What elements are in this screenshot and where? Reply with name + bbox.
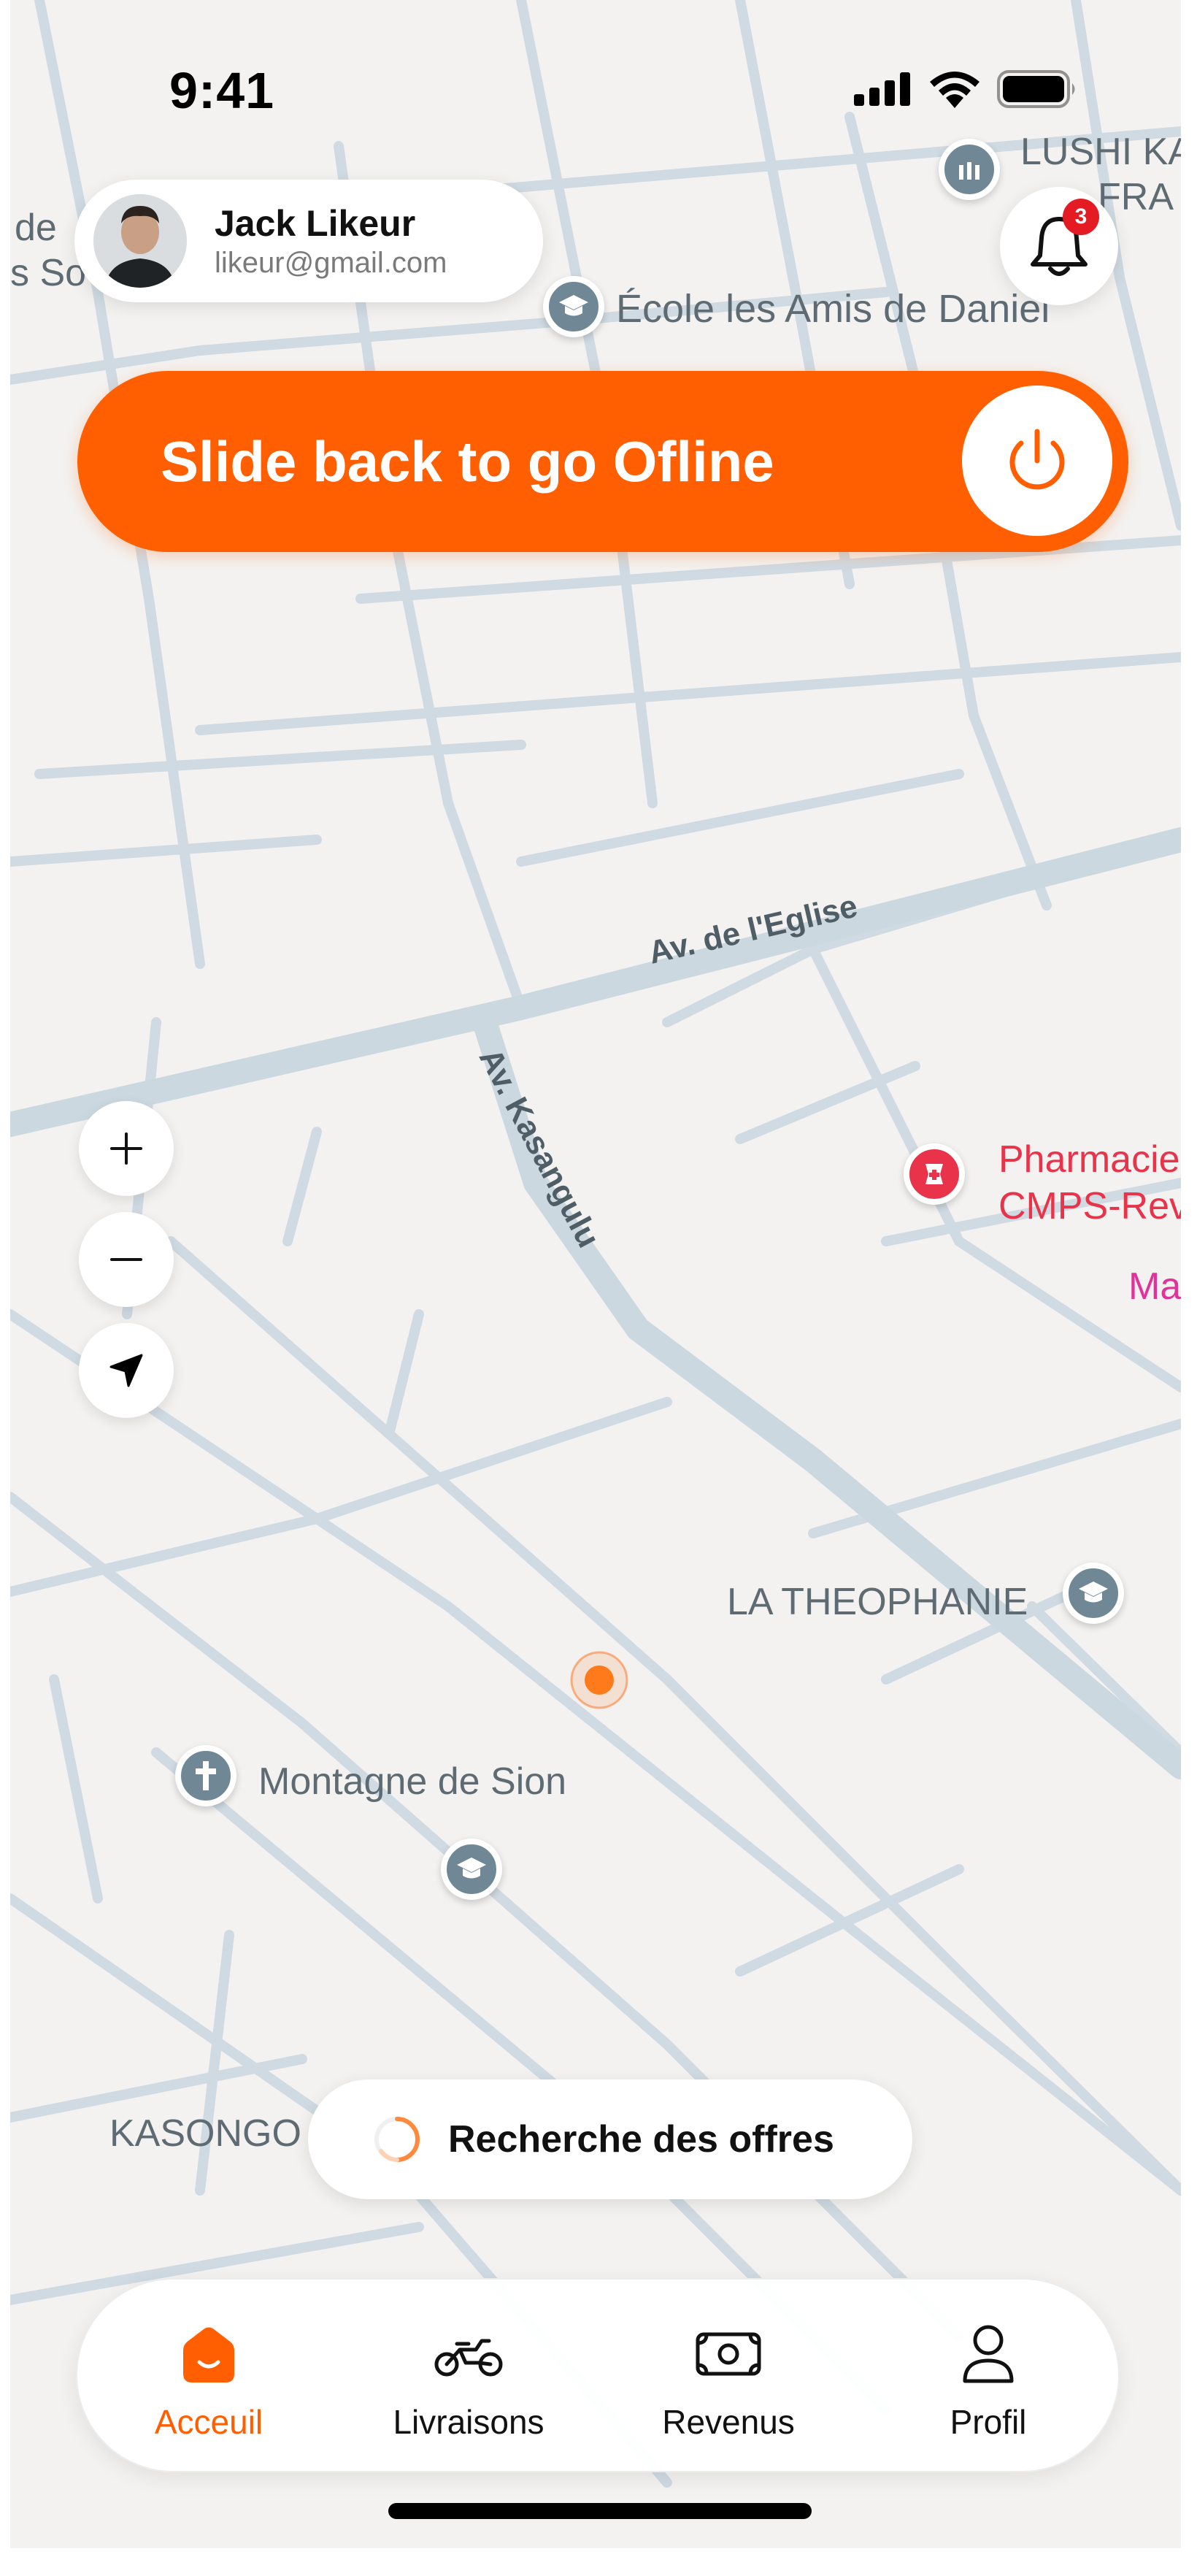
- status-icons: [854, 70, 1079, 108]
- slider-handle[interactable]: [962, 386, 1112, 536]
- home-indicator: [388, 2503, 812, 2519]
- nav-item-deliveries[interactable]: Livraisons: [359, 2280, 578, 2474]
- map-label-ma: Ma: [1128, 1265, 1181, 1308]
- user-profile-chip[interactable]: Jack Likeur likeur@gmail.com: [74, 180, 543, 302]
- bottom-navigation: Acceuil Livraisons Revenus Profil: [76, 2278, 1120, 2472]
- search-status-text: Recherche des offres: [448, 2118, 834, 2161]
- map-label-fra: FRA: [1098, 176, 1174, 218]
- wifi-icon: [930, 72, 979, 108]
- zoom-out-button[interactable]: [79, 1212, 174, 1307]
- school-poi-icon[interactable]: [1063, 1563, 1124, 1624]
- recenter-button[interactable]: [79, 1323, 174, 1418]
- navigation-arrow-icon: [109, 1354, 143, 1387]
- cellular-signal-icon: [854, 72, 910, 106]
- pharmacy-poi-icon[interactable]: [904, 1143, 965, 1205]
- current-location-icon: [570, 1651, 628, 1709]
- map-label-kasongo: KASONGO: [109, 2112, 301, 2155]
- landmark-poi-icon[interactable]: [939, 139, 1000, 200]
- zoom-in-button[interactable]: [79, 1101, 174, 1196]
- slider-label: Slide back to go Ofline: [161, 429, 774, 494]
- nav-label-deliveries: Livraisons: [393, 2403, 544, 2441]
- nav-item-earnings[interactable]: Revenus: [619, 2280, 838, 2474]
- battery-icon: [997, 70, 1075, 108]
- church-poi-icon[interactable]: [175, 1745, 236, 1806]
- status-bar: 9:41: [10, 0, 1181, 146]
- nav-label-home: Acceuil: [154, 2403, 263, 2441]
- app-screen: LUSHI KA FRA de s So École les Amis de D…: [10, 0, 1181, 2548]
- school-poi-icon[interactable]: [441, 1839, 502, 1900]
- map-label-theophanie: LA THEOPHANIE: [727, 1581, 1028, 1623]
- user-icon: [963, 2325, 1014, 2383]
- banknote-icon: [696, 2332, 761, 2376]
- home-icon: [183, 2327, 234, 2383]
- nav-label-profile: Profil: [950, 2403, 1027, 2441]
- status-time: 9:41: [169, 62, 275, 119]
- school-poi-icon[interactable]: [543, 276, 604, 337]
- map-label-partial-left-1: de: [15, 207, 57, 249]
- map-label-montagne: Montagne de Sion: [258, 1760, 567, 1803]
- avatar: [93, 194, 187, 288]
- notification-count-badge: 3: [1063, 199, 1099, 235]
- plus-icon: [110, 1132, 142, 1165]
- power-icon: [1009, 429, 1065, 490]
- go-offline-slider[interactable]: Slide back to go Ofline: [77, 371, 1128, 552]
- minus-icon: [110, 1258, 142, 1261]
- map-label-pharmacy-1: Pharmacie: [998, 1138, 1180, 1181]
- user-name: Jack Likeur: [215, 203, 416, 244]
- user-email: likeur@gmail.com: [215, 247, 447, 279]
- map-label-school: École les Amis de Daniel: [616, 287, 1050, 331]
- nav-item-home[interactable]: Acceuil: [99, 2280, 318, 2474]
- map-label-pharmacy-2: CMPS-Rev: [998, 1185, 1181, 1227]
- nav-item-profile[interactable]: Profil: [879, 2280, 1098, 2474]
- motorbike-icon: [434, 2339, 503, 2377]
- notifications-button[interactable]: 3: [1000, 187, 1118, 305]
- loading-spinner-icon: [374, 2117, 420, 2162]
- nav-label-earnings: Revenus: [662, 2403, 795, 2441]
- offer-search-status: Recherche des offres: [308, 2079, 912, 2199]
- map-label-partial-left-2: s So: [10, 252, 87, 294]
